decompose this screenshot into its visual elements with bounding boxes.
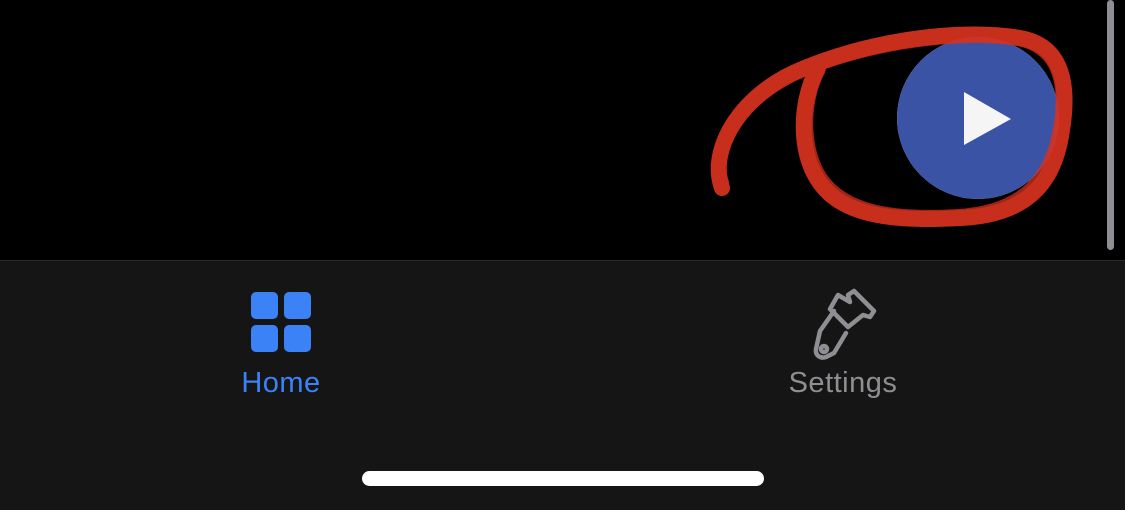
- tab-home-label: Home: [241, 367, 321, 399]
- app-screen: Home Settings: [0, 0, 1125, 510]
- tab-settings[interactable]: Settings: [693, 261, 993, 421]
- play-button[interactable]: [897, 37, 1059, 199]
- tab-settings-label: Settings: [788, 367, 898, 399]
- tab-home[interactable]: Home: [131, 261, 431, 421]
- grid-icon: [246, 287, 316, 357]
- home-indicator[interactable]: [362, 471, 764, 486]
- content-area: [0, 0, 1125, 260]
- paintbrush-icon: [808, 287, 878, 360]
- scrollbar[interactable]: [1107, 0, 1114, 250]
- play-icon: [897, 37, 1059, 199]
